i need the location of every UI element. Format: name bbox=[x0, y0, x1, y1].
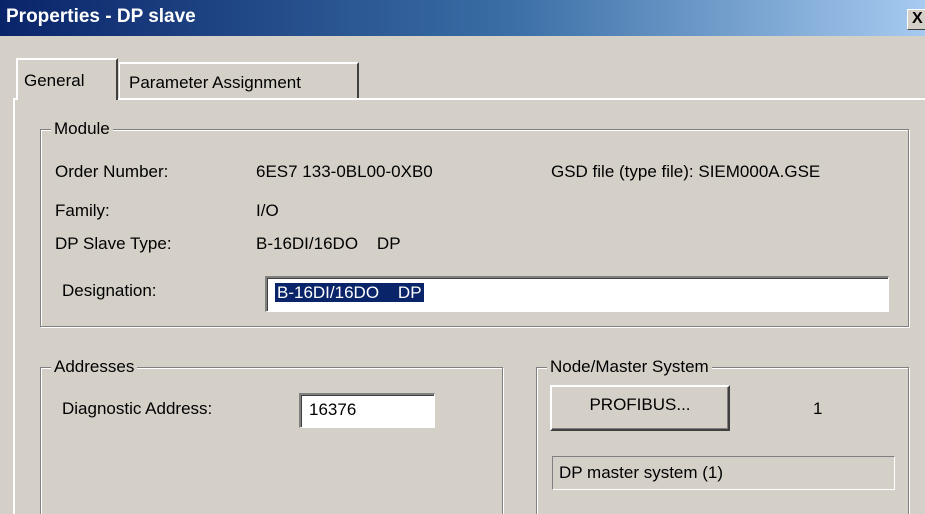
master-system-display: DP master system (1) bbox=[552, 456, 895, 490]
family-value: I/O bbox=[256, 201, 279, 220]
tab-parameter-assignment-label: Parameter Assignment bbox=[129, 73, 301, 92]
tab-parameter-assignment[interactable]: Parameter Assignment bbox=[119, 62, 359, 99]
slave-type-label: DP Slave Type: bbox=[55, 234, 172, 253]
order-number-label: Order Number: bbox=[55, 162, 169, 181]
close-icon: X bbox=[912, 10, 923, 27]
family-label: Family: bbox=[55, 201, 110, 220]
close-button[interactable]: X bbox=[907, 9, 925, 30]
tab-general[interactable]: General bbox=[16, 58, 118, 100]
addresses-group: Addresses bbox=[40, 356, 503, 514]
addresses-legend: Addresses bbox=[51, 356, 138, 378]
master-system-text: DP master system (1) bbox=[559, 463, 724, 482]
window-title: Properties - DP slave bbox=[6, 6, 196, 27]
title-bar[interactable]: Properties - DP slave X bbox=[0, 0, 925, 36]
designation-label: Designation: bbox=[62, 281, 157, 300]
gsd-file-text: GSD file (type file): SIEM000A.GSE bbox=[551, 162, 821, 181]
designation-selected-text: B-16DI/16DO DP bbox=[274, 282, 425, 303]
profibus-button[interactable]: PROFIBUS... bbox=[550, 385, 730, 431]
node-master-legend: Node/Master System bbox=[547, 356, 712, 378]
diagnostic-address-input[interactable]: 16376 bbox=[299, 393, 435, 428]
profibus-button-label: PROFIBUS... bbox=[589, 395, 691, 414]
order-number-value: 6ES7 133-0BL00-0XB0 bbox=[256, 162, 433, 181]
designation-input[interactable]: B-16DI/16DO DP bbox=[265, 276, 889, 312]
diagnostic-address-label: Diagnostic Address: bbox=[62, 399, 213, 418]
diagnostic-address-value: 16376 bbox=[309, 400, 357, 419]
tab-general-label: General bbox=[24, 71, 85, 90]
module-legend: Module bbox=[51, 118, 113, 140]
node-number: 1 bbox=[813, 399, 823, 418]
slave-type-value: B-16DI/16DO DP bbox=[256, 234, 401, 253]
